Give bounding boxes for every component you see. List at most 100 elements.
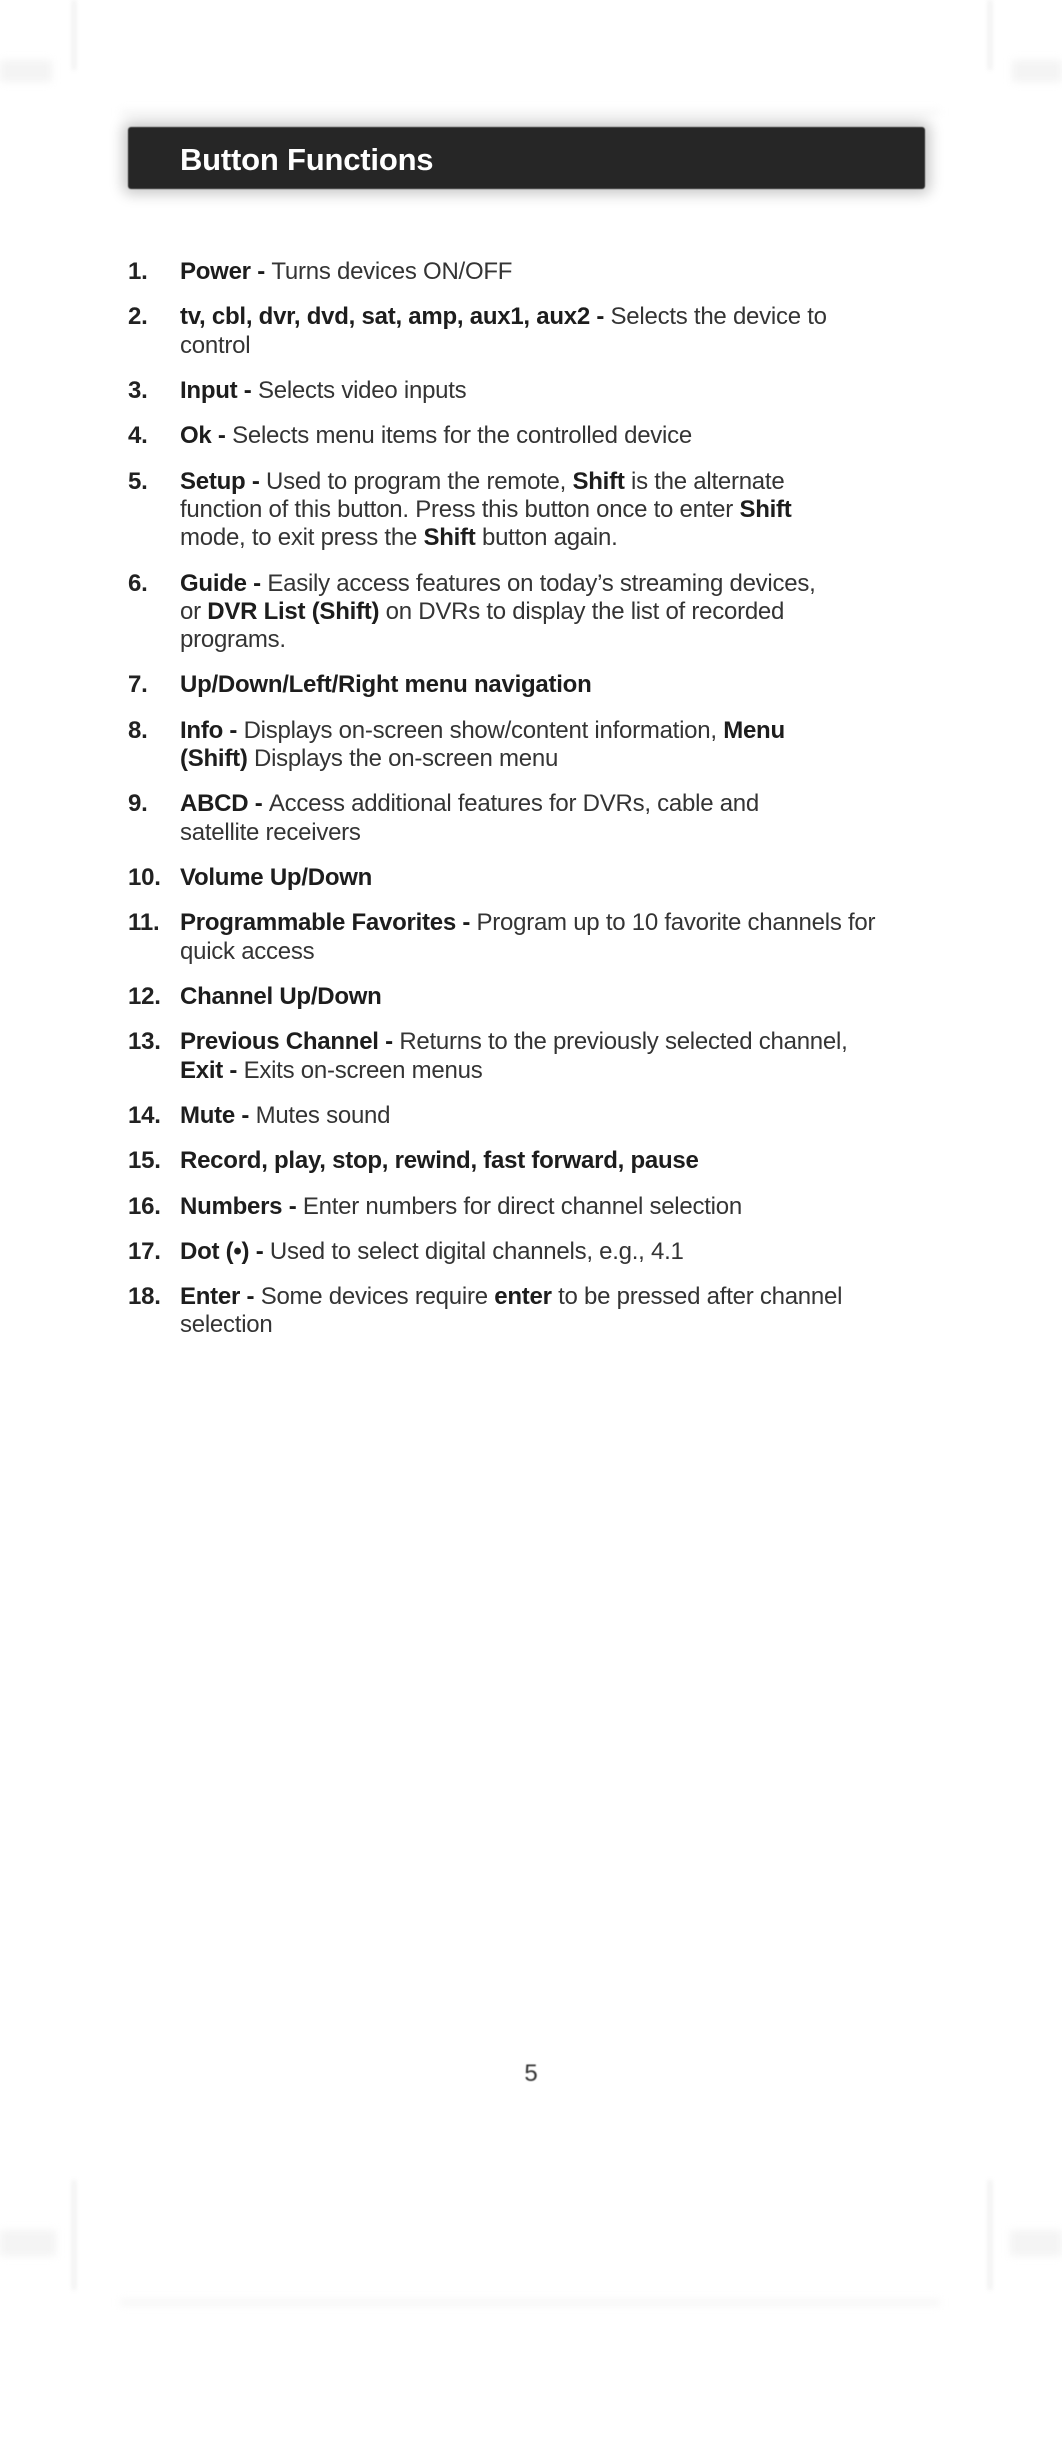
- list-item-number: 18.: [128, 1283, 161, 1311]
- emphasis-text: Mute -: [180, 1101, 256, 1129]
- body-text: Enter numbers for direct channel selecti…: [302, 1192, 742, 1220]
- list-item-text: Info - Displays on-screen show/content i…: [180, 717, 800, 774]
- list-item-number: 8.: [128, 716, 148, 744]
- emphasis-text: Volume Up/Down: [180, 864, 373, 891]
- list-item: 7. Up/Down/Left/Right menu navigation: [128, 671, 938, 699]
- list-item: 1. Power - Turns devices ON/OFF: [128, 258, 938, 286]
- body-text: Exits on-screen menus: [243, 1056, 483, 1084]
- body-text: Displays on-screen show/content informat…: [243, 716, 724, 744]
- list-item: 14. Mute - Mutes sound: [128, 1102, 938, 1130]
- list-item-number: 1.: [128, 258, 148, 285]
- body-text: Selects menu items for the controlled de…: [232, 422, 692, 450]
- emphasis-text: Shift: [572, 467, 625, 495]
- emphasis-text: Shift: [423, 524, 476, 552]
- emphasis-text: Ok -: [180, 422, 233, 450]
- list-item: 16. Numbers - Enter numbers for direct ch…: [128, 1193, 938, 1221]
- list-item: 2. tv, cbl, dvr, dvd, sat, amp, aux1, aux…: [128, 303, 938, 360]
- emphasis-text: Previous Channel -: [180, 1028, 400, 1056]
- emphasis-text: Enter -: [180, 1283, 261, 1311]
- list-item-number: 4.: [128, 422, 148, 450]
- button-functions-list: 1. Power - Turns devices ON/OFF 2. tv, cbl,…: [128, 258, 938, 1357]
- list-item-text: Numbers - Enter numbers for direct chann…: [180, 1193, 820, 1221]
- list-item-text: Channel Up/Down: [180, 983, 936, 1011]
- scan-smudge: [120, 2300, 940, 2305]
- list-item-number: 12.: [128, 982, 161, 1010]
- emphasis-text: Dot (•) -: [180, 1237, 270, 1265]
- emphasis-text: enter: [494, 1283, 552, 1311]
- scan-edge-artifact: [988, 0, 992, 70]
- scan-edge-artifact: [72, 0, 76, 70]
- page-title: Button Functions: [180, 142, 434, 177]
- body-text: Used to select digital channels, e.g., 4…: [269, 1237, 684, 1265]
- list-item-number: 9.: [128, 790, 148, 818]
- list-item-text: Volume Up/Down: [180, 864, 936, 892]
- list-item: 8. Info - Displays on-screen show/content…: [128, 717, 938, 774]
- scan-smudge: [1012, 60, 1062, 82]
- body-text: Selects video inputs: [257, 376, 467, 404]
- list-item: 12. Channel Up/Down: [128, 983, 938, 1011]
- list-item: 13. Previous Channel - Returns to the pre…: [128, 1028, 938, 1085]
- body-text: Turns devices ON/OFF: [271, 258, 513, 285]
- list-item: 15. Record, play, stop, rewind, fast forw…: [128, 1147, 938, 1175]
- list-item-number: 14.: [128, 1101, 161, 1129]
- body-text: button again.: [475, 524, 618, 552]
- scan-smudge: [1010, 2230, 1062, 2256]
- list-item-number: 13.: [128, 1028, 161, 1056]
- list-item: 9. ABCD - Access additional features for …: [128, 790, 938, 847]
- emphasis-text: Exit -: [180, 1056, 244, 1084]
- body-text: mode, to exit press the: [180, 524, 424, 552]
- emphasis-text: Up/Down/Left/Right menu navigation: [180, 671, 592, 699]
- list-item-number: 10.: [128, 864, 161, 891]
- body-text: Returns to the previously selected chann…: [399, 1028, 848, 1056]
- scan-edge-artifact: [72, 2180, 76, 2290]
- body-text: Mutes sound: [255, 1101, 391, 1129]
- list-item-text: Input - Selects video inputs: [180, 377, 936, 405]
- list-item-number: 6.: [128, 569, 148, 597]
- emphasis-text: tv, cbl, dvr, dvd, sat, amp, aux1, aux2 …: [180, 303, 611, 331]
- list-item: 18. Enter - Some devices require enter to…: [128, 1283, 938, 1340]
- list-item-text: Setup - Used to program the remote, Shif…: [180, 468, 840, 553]
- list-item-text: Programmable Favorites - Program up to 1…: [180, 909, 880, 966]
- list-item-number: 2.: [128, 303, 148, 331]
- list-item-text: Previous Channel - Returns to the previo…: [180, 1028, 880, 1085]
- list-item-text: Guide - Easily access features on today’…: [180, 570, 840, 655]
- emphasis-text: Setup -: [180, 467, 266, 495]
- body-text: Displays the on-screen menu: [247, 745, 559, 773]
- emphasis-text: Record, play, stop, rewind, fast forward…: [180, 1147, 699, 1175]
- list-item-number: 7.: [128, 671, 148, 699]
- body-text: Used to program the remote,: [266, 467, 573, 495]
- list-item-text: Up/Down/Left/Right menu navigation: [180, 671, 936, 699]
- list-item-text: Mute - Mutes sound: [180, 1102, 936, 1130]
- emphasis-text: DVR List (Shift): [207, 597, 380, 625]
- list-item: 11. Programmable Favorites - Program up t…: [128, 909, 938, 966]
- manual-page: Button Functions 1. Power - Turns devices…: [0, 0, 1062, 2461]
- list-item: 10. Volume Up/Down: [128, 864, 938, 892]
- list-item-number: 3.: [128, 376, 148, 404]
- emphasis-text: Info -: [180, 716, 244, 744]
- emphasis-text: Power -: [180, 258, 272, 285]
- emphasis-text: Input -: [180, 376, 258, 404]
- emphasis-text: Shift: [739, 495, 792, 523]
- emphasis-text: Numbers -: [180, 1192, 303, 1220]
- list-item: 6. Guide - Easily access features on toda…: [128, 570, 938, 655]
- list-item-text: ABCD - Access additional features for DV…: [180, 790, 820, 847]
- list-item-text: tv, cbl, dvr, dvd, sat, amp, aux1, aux2 …: [180, 303, 870, 360]
- list-item-number: 15.: [128, 1147, 161, 1175]
- page-number: 5: [524, 2060, 538, 2087]
- list-item: 3. Input - Selects video inputs: [128, 377, 938, 405]
- emphasis-text: ABCD -: [180, 790, 269, 818]
- list-item-text: Dot (•) - Used to select digital channel…: [180, 1238, 880, 1266]
- list-item-number: 11.: [128, 909, 160, 937]
- list-item: 4. Ok - Selects menu items for the contro…: [128, 422, 938, 450]
- list-item-text: Ok - Selects menu items for the controll…: [180, 422, 936, 450]
- body-text: Some devices require: [260, 1283, 495, 1311]
- emphasis-text: Guide -: [180, 569, 268, 597]
- list-item-number: 16.: [128, 1192, 161, 1220]
- scan-edge-artifact: [988, 2180, 992, 2290]
- scan-smudge: [0, 2230, 56, 2256]
- list-item: 17. Dot (•) - Used to select digital chan…: [128, 1238, 938, 1266]
- scan-smudge: [0, 60, 52, 82]
- emphasis-text: Programmable Favorites -: [180, 909, 477, 937]
- list-item-text: Power - Turns devices ON/OFF: [180, 258, 936, 286]
- emphasis-text: Channel Up/Down: [180, 982, 382, 1010]
